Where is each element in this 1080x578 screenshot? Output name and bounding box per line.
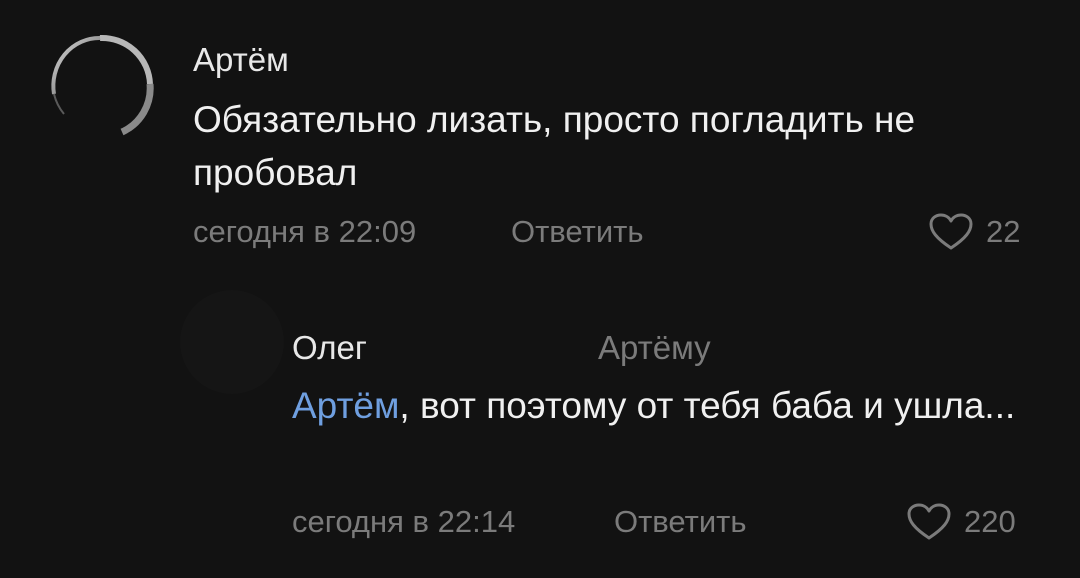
reply-button[interactable]: Ответить bbox=[511, 212, 644, 252]
comment-reply: Олег Артёму Артём, вот поэтому от тебя б… bbox=[0, 270, 1080, 578]
reply-button[interactable]: Ответить bbox=[614, 502, 747, 542]
avatar[interactable] bbox=[180, 290, 284, 394]
like-count: 220 bbox=[964, 504, 1016, 539]
comment-text: Обязательно лизать, просто погладить не … bbox=[193, 99, 916, 193]
comment-meta: сегодня в 22:14 Ответить bbox=[292, 502, 747, 542]
comment-timestamp: сегодня в 22:09 bbox=[193, 214, 417, 249]
comment-text: Артём, вот поэтому от тебя баба и ушла..… bbox=[292, 378, 1032, 433]
comment-author[interactable]: Олег bbox=[292, 328, 367, 368]
heart-outline-icon bbox=[929, 213, 973, 250]
like-button[interactable]: 220 bbox=[906, 502, 1016, 542]
comment-meta: сегодня в 22:09 Ответить bbox=[193, 212, 644, 252]
comment-timestamp: сегодня в 22:14 bbox=[292, 504, 516, 539]
mention-link[interactable]: Артём bbox=[292, 385, 399, 426]
reply-to-label[interactable]: Артёму bbox=[598, 328, 711, 368]
comment-author[interactable]: Артём bbox=[193, 40, 289, 80]
comment-text-body: , вот поэтому от тебя баба и ушла... bbox=[399, 385, 1016, 426]
avatar[interactable] bbox=[42, 32, 154, 136]
heart-outline-icon bbox=[907, 503, 951, 540]
like-count: 22 bbox=[986, 214, 1021, 249]
like-button[interactable]: 22 bbox=[928, 212, 1020, 252]
comments-thread: Артём Обязательно лизать, просто поглади… bbox=[0, 0, 1080, 578]
comment-main: Артём Обязательно лизать, просто поглади… bbox=[0, 0, 1080, 270]
